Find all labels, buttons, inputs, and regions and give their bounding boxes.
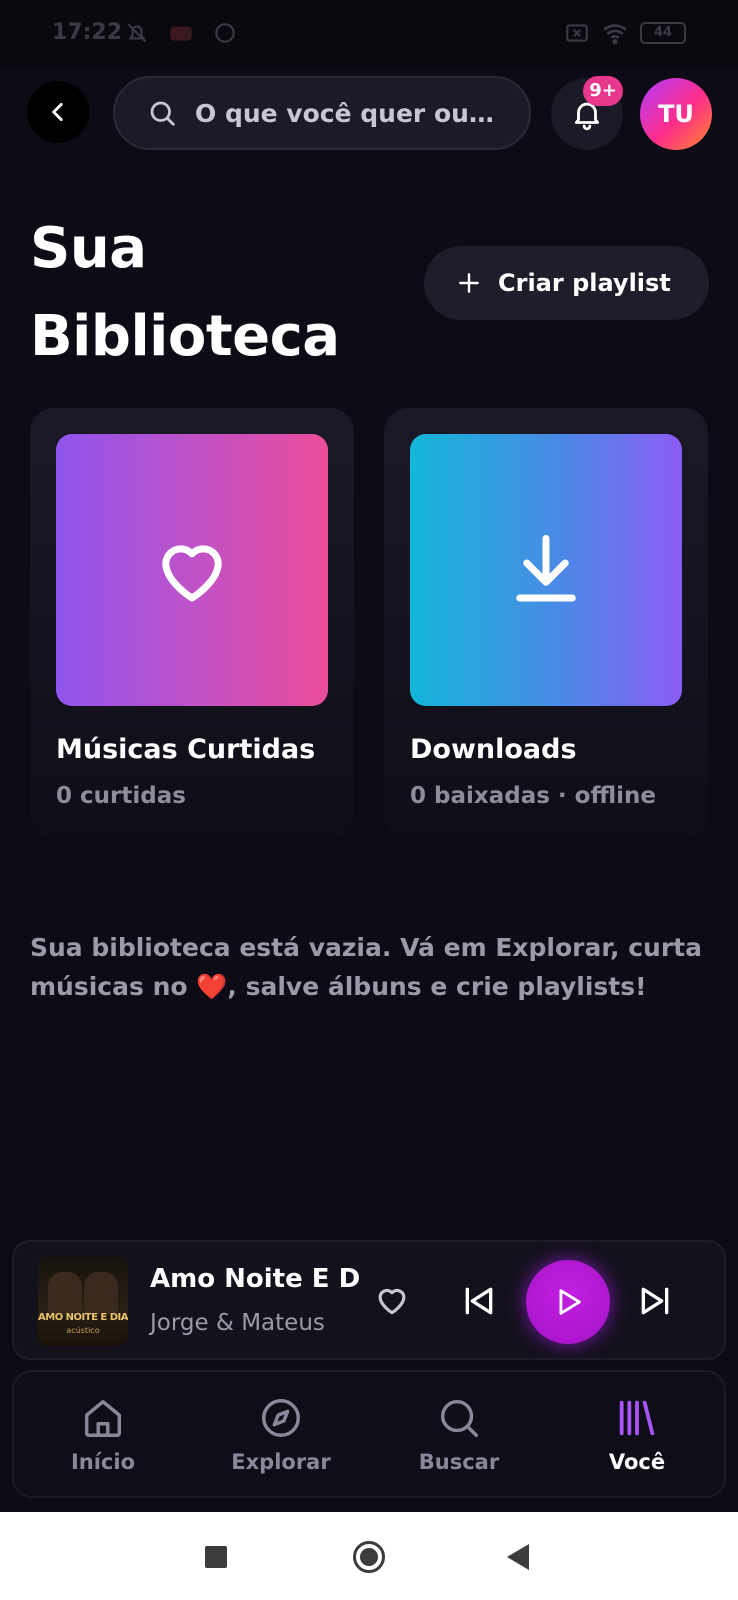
search-placeholder: O que você quer ou...: [195, 98, 495, 128]
nav-label: Você: [608, 1450, 666, 1474]
card-title: Músicas Curtidas: [56, 734, 316, 765]
status-bar: 17:22 44: [0, 0, 738, 66]
heart-emoji-icon: ❤️: [196, 972, 228, 1001]
library-icon: [619, 1400, 655, 1436]
cover-title: AMO NOITE E DIA: [38, 1312, 128, 1323]
sim-off-icon: [566, 24, 588, 42]
cover-figure: [48, 1272, 82, 1314]
downloads-art: [410, 434, 682, 706]
play-icon: [559, 1289, 581, 1315]
skip-previous-icon: [465, 1287, 493, 1315]
skip-next-icon: [641, 1287, 669, 1315]
bottom-navigation: Início Explorar Buscar Você: [12, 1370, 726, 1498]
nav-item-explorar[interactable]: Explorar: [192, 1372, 370, 1500]
back-triangle-icon[interactable]: [507, 1544, 529, 1570]
card-subtitle: 0 baixadas · offline: [410, 783, 656, 809]
cover-figure: [84, 1272, 118, 1314]
heart-icon: [378, 1288, 406, 1315]
mini-player[interactable]: AMO NOITE E DIA acústico Amo Noite E Di …: [12, 1240, 726, 1360]
plus-icon: [459, 273, 479, 293]
search-icon: [150, 101, 175, 126]
play-button[interactable]: [526, 1260, 610, 1344]
nav-item-inicio[interactable]: Início: [14, 1372, 192, 1500]
track-title: Amo Noite E Di: [150, 1264, 360, 1294]
nav-label: Início: [70, 1450, 136, 1474]
like-button[interactable]: [372, 1280, 412, 1320]
nav-label: Buscar: [418, 1450, 500, 1474]
previous-button[interactable]: [454, 1276, 504, 1326]
avatar[interactable]: TU: [640, 78, 712, 150]
home-icon: [84, 1399, 122, 1437]
create-playlist-label: Criar playlist: [498, 269, 671, 297]
compass-icon: [262, 1399, 300, 1437]
liked-songs-art: [56, 434, 328, 706]
wifi-icon: [603, 24, 627, 45]
album-cover: AMO NOITE E DIA acústico: [38, 1256, 128, 1346]
chevron-left-icon: [52, 103, 63, 121]
status-time: 17:22: [52, 20, 123, 45]
page-title: Sua Biblioteca: [30, 216, 340, 369]
nav-label: Explorar: [231, 1450, 331, 1474]
youtube-icon: [170, 26, 192, 41]
system-navigation-bar: [0, 1512, 738, 1600]
home-button-icon[interactable]: [353, 1541, 385, 1573]
track-artist: Jorge & Mateus: [150, 1310, 325, 1336]
liked-songs-card[interactable]: Músicas Curtidas 0 curtidas: [30, 408, 354, 838]
card-subtitle: 0 curtidas: [56, 783, 186, 809]
card-title: Downloads: [410, 734, 577, 765]
next-button[interactable]: [630, 1276, 680, 1326]
heart-icon: [162, 545, 222, 602]
search-icon: [440, 1399, 478, 1437]
back-button[interactable]: [27, 81, 89, 143]
whatsapp-icon: [215, 23, 235, 43]
downloads-card[interactable]: Downloads 0 baixadas · offline: [384, 408, 708, 838]
create-playlist-button[interactable]: Criar playlist: [424, 246, 709, 320]
empty-message-text: , salve álbuns e crie playlists!: [227, 972, 647, 1001]
cover-subtitle: acústico: [66, 1326, 100, 1335]
battery-icon: 44: [640, 22, 686, 44]
download-icon: [516, 535, 576, 602]
recents-icon[interactable]: [205, 1546, 227, 1568]
nav-item-buscar[interactable]: Buscar: [370, 1372, 548, 1500]
notification-badge: 9+: [583, 76, 623, 106]
nav-item-voce[interactable]: Você: [548, 1372, 726, 1500]
search-input[interactable]: O que você quer ou...: [113, 76, 531, 150]
bell-off-icon: [127, 23, 147, 43]
empty-library-message: Sua biblioteca está vazia. Vá em Explora…: [30, 928, 710, 1006]
